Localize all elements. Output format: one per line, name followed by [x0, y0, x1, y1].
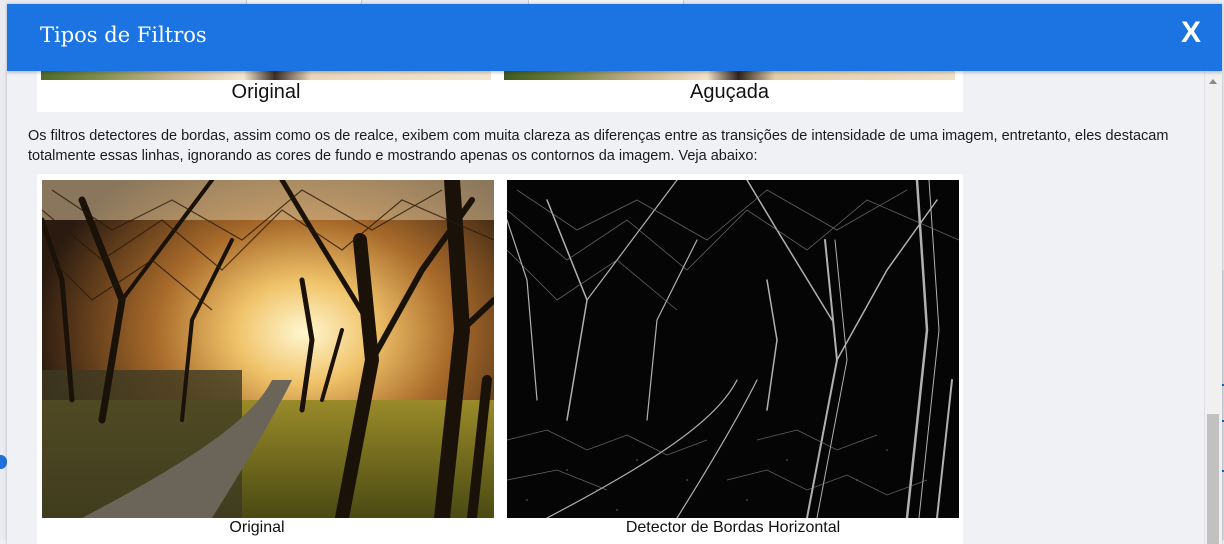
close-button[interactable]: X: [1181, 18, 1201, 48]
modal-content[interactable]: Original Aguçada Os filtros detectores d…: [7, 71, 1205, 544]
figure-caption: Detector de Bordas Horizontal: [625, 519, 841, 536]
original-image: [41, 71, 491, 80]
original-photo: [42, 180, 494, 518]
modal-title: Tipos de Filtros: [40, 23, 207, 47]
sharpened-image: [504, 71, 955, 80]
scroll-thumb[interactable]: [1207, 414, 1219, 544]
figure-caption: Original: [229, 519, 285, 536]
description-paragraph: Os filtros detectores de bordas, assim c…: [28, 128, 1169, 164]
filters-modal: Tipos de Filtros X Original Aguçada Os f…: [7, 4, 1222, 544]
vertical-scrollbar[interactable]: [1204, 71, 1222, 544]
figure-caption: Original: [231, 81, 301, 103]
scroll-up-icon[interactable]: [1209, 79, 1217, 84]
sharpen-figure: Original Aguçada: [37, 71, 963, 112]
figure-caption: Aguçada: [690, 81, 769, 103]
background-indicator: [0, 455, 7, 469]
edge-detected-photo: [507, 180, 959, 518]
modal-header: Tipos de Filtros X: [7, 4, 1222, 71]
edge-detection-figure: Original Detector de Bordas Horizontal: [37, 174, 963, 544]
